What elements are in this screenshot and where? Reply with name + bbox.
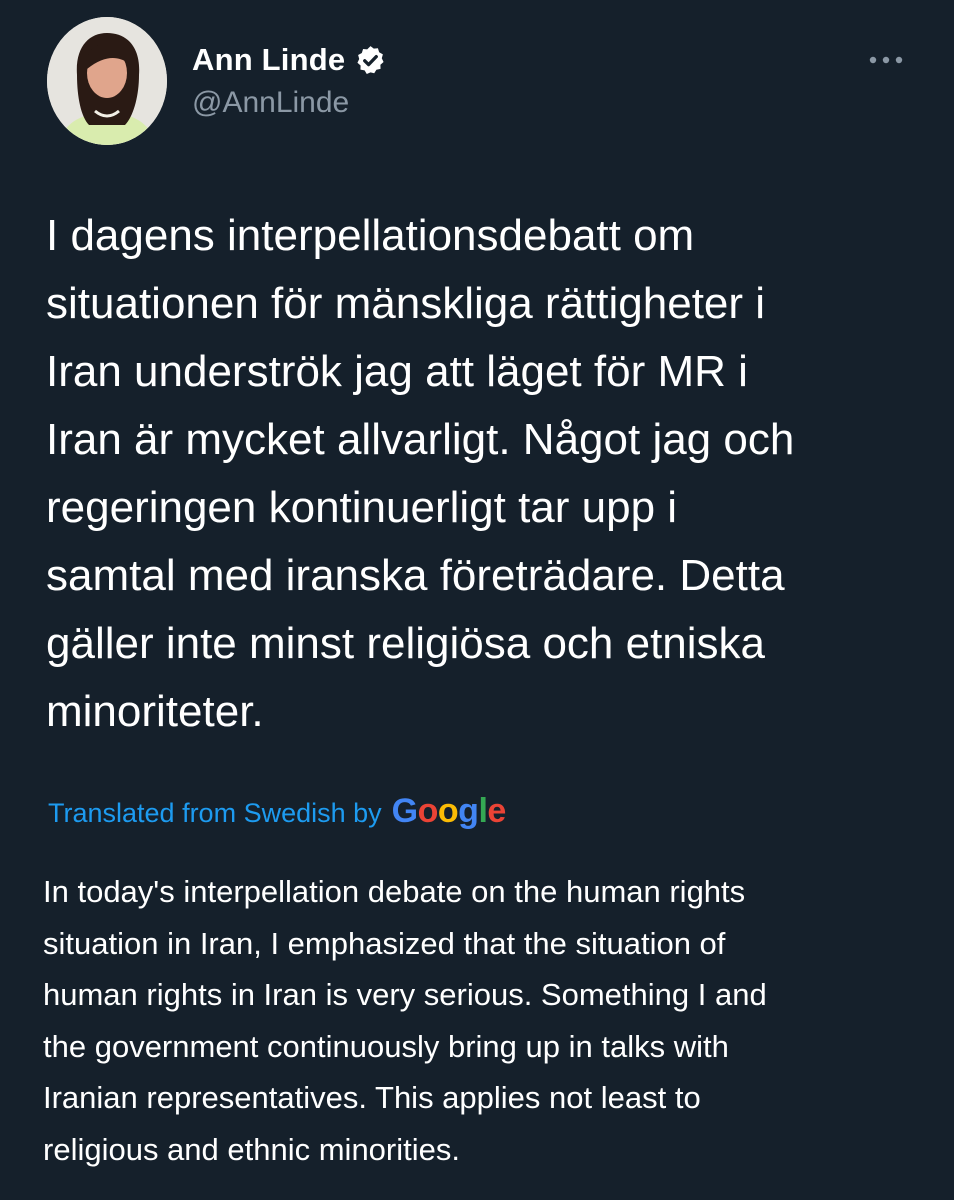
verified-badge-icon — [354, 44, 387, 77]
google-logo-letter: g — [458, 792, 479, 830]
google-logo-letter: o — [417, 792, 439, 830]
translation-label[interactable]: Translated from Swedish by — [48, 798, 382, 829]
google-logo-letter: o — [437, 792, 459, 830]
tweet-card: Ann Linde @AnnLinde I dagens interpellat… — [0, 0, 954, 1200]
tweet-text: I dagens interpellationsdebatt om situat… — [46, 211, 795, 736]
translation-attribution: Translated from Swedish by Google — [48, 792, 506, 831]
translated-text: In today's interpellation debate on the … — [43, 874, 767, 1167]
author-display-name[interactable]: Ann Linde — [192, 42, 345, 78]
more-options-button[interactable] — [862, 44, 910, 76]
google-logo: Google — [391, 792, 507, 831]
google-logo-letter: e — [487, 792, 506, 830]
tweet-author: Ann Linde @AnnLinde — [192, 40, 387, 120]
author-handle[interactable]: @AnnLinde — [192, 86, 387, 120]
more-dots-icon — [869, 56, 903, 64]
avatar-portrait-icon — [47, 17, 167, 145]
google-logo-letter: G — [391, 792, 418, 830]
author-name-row: Ann Linde — [192, 40, 387, 80]
avatar[interactable] — [47, 17, 167, 145]
